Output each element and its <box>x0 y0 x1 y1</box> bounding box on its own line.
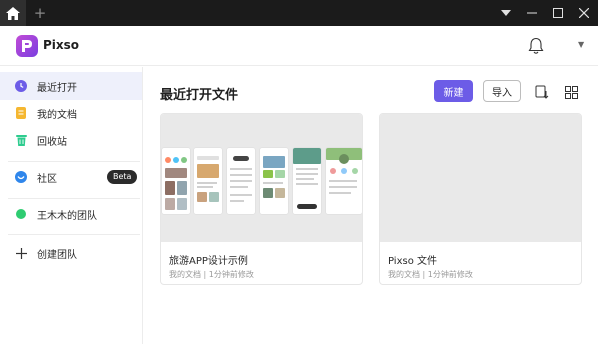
maximize-button[interactable] <box>545 0 571 26</box>
new-tab-button[interactable]: + <box>30 0 50 26</box>
sidebar-item-my-docs[interactable]: 我的文档 <box>0 99 142 127</box>
sidebar-item-label: 社区 <box>37 173 57 185</box>
sidebar-item-label: 创建团队 <box>37 249 77 261</box>
new-file-button[interactable]: 新建 <box>434 80 473 102</box>
file-thumbnail <box>380 114 581 242</box>
dropdown-button[interactable] <box>493 0 519 26</box>
notification-button[interactable] <box>528 37 544 55</box>
document-icon <box>15 107 27 119</box>
sidebar-item-label: 回收站 <box>37 136 67 148</box>
home-tab[interactable] <box>0 0 26 26</box>
create-team-button[interactable]: 创建团队 <box>0 239 142 267</box>
minimize-icon <box>527 12 537 14</box>
sidebar-item-label: 我的文档 <box>37 109 77 121</box>
sort-icon <box>535 85 549 99</box>
plus-icon <box>15 247 27 259</box>
grid-view-icon <box>565 86 578 99</box>
sidebar-item-recent[interactable]: 最近打开 <box>0 72 142 100</box>
clock-icon <box>15 80 27 92</box>
sidebar-item-label: 王木木的团队 <box>37 210 97 222</box>
thumbnail-screen <box>194 148 222 214</box>
chevron-down-icon: ▼ <box>578 40 585 49</box>
beta-badge: Beta <box>107 170 138 184</box>
file-meta: 我的文档 | 1分钟前修改 <box>169 270 254 279</box>
thumbnail-screen <box>162 148 190 214</box>
dropdown-icon <box>501 10 511 16</box>
sidebar-divider <box>8 234 140 235</box>
sidebar-divider <box>8 161 140 162</box>
file-card[interactable]: 旅游APP设计示例 我的文档 | 1分钟前修改 <box>160 113 363 285</box>
sidebar-item-community[interactable]: 社区 Beta <box>0 163 142 191</box>
file-thumbnail <box>161 114 362 242</box>
window-titlebar: + <box>0 0 598 26</box>
maximize-icon <box>553 8 563 18</box>
sidebar: 最近打开 我的文档 回收站 社区 Beta 王木木的团队 创建团队 <box>0 67 143 344</box>
app-header: Pixso ▼ <box>0 26 598 66</box>
thumbnail-screen <box>326 148 362 214</box>
import-button[interactable]: 导入 <box>483 80 521 102</box>
trash-icon <box>15 134 27 146</box>
bell-icon <box>528 37 544 54</box>
close-button[interactable] <box>571 0 597 26</box>
sidebar-divider <box>8 198 140 199</box>
thumbnail-screen <box>260 148 288 214</box>
sidebar-item-label: 最近打开 <box>37 82 77 94</box>
sort-button[interactable] <box>535 84 549 99</box>
file-card[interactable]: Pixso 文件 我的文档 | 1分钟前修改 <box>379 113 582 285</box>
page-title: 最近打开文件 <box>160 88 239 103</box>
home-icon <box>6 6 20 20</box>
file-title: 旅游APP设计示例 <box>169 256 248 267</box>
brand-name: Pixso <box>43 38 80 52</box>
sidebar-item-team[interactable]: 王木木的团队 <box>0 200 142 228</box>
file-meta: 我的文档 | 1分钟前修改 <box>388 270 473 279</box>
pixso-logo-icon <box>22 40 32 52</box>
community-icon <box>15 171 27 183</box>
grid-view-button[interactable] <box>565 84 579 99</box>
thumbnail-screen <box>293 148 321 214</box>
sidebar-item-trash[interactable]: 回收站 <box>0 126 142 154</box>
minimize-button[interactable] <box>519 0 545 26</box>
team-dot-icon <box>15 208 27 220</box>
close-icon <box>579 8 589 18</box>
thumbnail-screen <box>227 148 255 214</box>
file-title: Pixso 文件 <box>388 256 438 267</box>
account-menu[interactable]: ▼ <box>578 40 584 49</box>
pixso-logo[interactable] <box>16 35 38 57</box>
